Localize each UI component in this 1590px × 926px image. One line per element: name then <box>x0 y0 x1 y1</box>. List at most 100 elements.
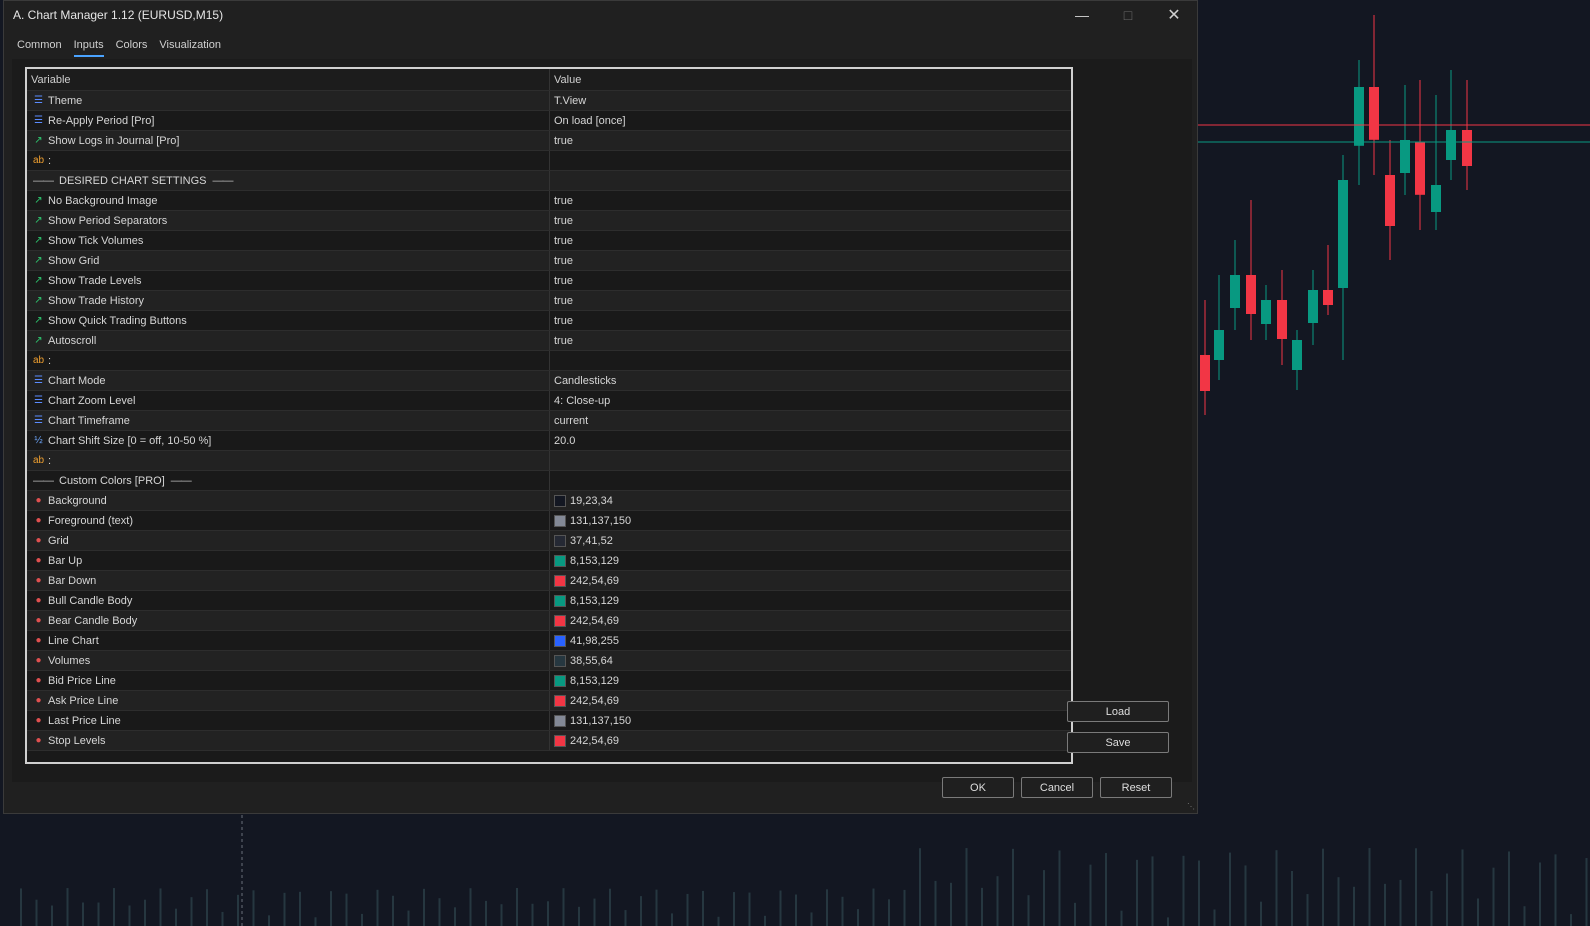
value-cell[interactable]: true <box>550 251 1071 270</box>
color-swatch[interactable] <box>554 714 566 727</box>
tab-inputs[interactable]: Inputs <box>73 39 104 57</box>
value-cell[interactable]: 8,153,129 <box>550 591 1071 610</box>
color-swatch[interactable] <box>554 634 566 647</box>
table-row[interactable]: ☰ Theme T.View <box>27 91 1071 111</box>
color-swatch[interactable] <box>554 494 566 507</box>
table-row[interactable]: ab: <box>27 451 1071 471</box>
value-cell[interactable]: 38,55,64 <box>550 651 1071 670</box>
ok-button[interactable]: OK <box>942 777 1014 798</box>
table-row[interactable]: ☰ Chart Timeframe current <box>27 411 1071 431</box>
value-cell[interactable]: On load [once] <box>550 111 1071 130</box>
table-row[interactable]: ↗ Show Period Separators true <box>27 211 1071 231</box>
table-row[interactable]: ● Grid 37,41,52 <box>27 531 1071 551</box>
color-swatch[interactable] <box>554 514 566 527</box>
table-row[interactable]: ● Stop Levels 242,54,69 <box>27 731 1071 751</box>
tab-colors[interactable]: Colors <box>116 39 148 57</box>
close-icon[interactable]: ✕ <box>1151 1 1197 29</box>
value-cell[interactable]: Candlesticks <box>550 371 1071 390</box>
header-value[interactable]: Value <box>550 69 1071 90</box>
value-cell[interactable]: 131,137,150 <box>550 511 1071 530</box>
table-row[interactable]: ● Background 19,23,34 <box>27 491 1071 511</box>
table-row[interactable]: —— DESIRED CHART SETTINGS —— <box>27 171 1071 191</box>
table-row[interactable]: ● Last Price Line 131,137,150 <box>27 711 1071 731</box>
table-row[interactable]: ● Bar Down 242,54,69 <box>27 571 1071 591</box>
tab-common[interactable]: Common <box>17 39 62 57</box>
value-cell[interactable]: 242,54,69 <box>550 571 1071 590</box>
value-cell[interactable] <box>550 171 1071 190</box>
tab-visualization[interactable]: Visualization <box>159 39 221 57</box>
bool-icon: ↗ <box>34 235 43 246</box>
volume-bar <box>1012 848 1014 926</box>
variable-value: true <box>554 194 573 207</box>
table-row[interactable]: ☰ Chart Zoom Level 4: Close-up <box>27 391 1071 411</box>
table-row[interactable]: ☰ Chart Mode Candlesticks <box>27 371 1071 391</box>
table-row[interactable]: —— Custom Colors [PRO] —— <box>27 471 1071 491</box>
table-row[interactable]: ↗ Show Tick Volumes true <box>27 231 1071 251</box>
table-row[interactable]: ● Foreground (text) 131,137,150 <box>27 511 1071 531</box>
table-row[interactable]: ● Bar Up 8,153,129 <box>27 551 1071 571</box>
value-cell[interactable]: true <box>550 331 1071 350</box>
value-cell[interactable]: 242,54,69 <box>550 691 1071 710</box>
value-cell[interactable]: 131,137,150 <box>550 711 1071 730</box>
value-cell[interactable]: 20.0 <box>550 431 1071 450</box>
volume-bar <box>376 889 379 926</box>
variable-value: true <box>554 134 573 147</box>
value-cell[interactable]: 41,98,255 <box>550 631 1071 650</box>
table-row[interactable]: ↗ Show Grid true <box>27 251 1071 271</box>
value-cell[interactable]: 242,54,69 <box>550 731 1071 750</box>
color-swatch[interactable] <box>554 734 566 747</box>
color-swatch[interactable] <box>554 654 566 667</box>
table-row[interactable]: ● Bid Price Line 8,153,129 <box>27 671 1071 691</box>
table-row[interactable]: ● Ask Price Line 242,54,69 <box>27 691 1071 711</box>
value-cell[interactable]: true <box>550 271 1071 290</box>
color-swatch[interactable] <box>554 674 566 687</box>
value-cell[interactable]: true <box>550 191 1071 210</box>
value-cell[interactable]: 8,153,129 <box>550 551 1071 570</box>
variable-cell: ↗ Show Period Separators <box>27 211 550 230</box>
table-row[interactable]: ↗ Show Trade Levels true <box>27 271 1071 291</box>
value-cell[interactable] <box>550 351 1071 370</box>
color-swatch[interactable] <box>554 594 566 607</box>
cancel-button[interactable]: Cancel <box>1021 777 1093 798</box>
table-row[interactable]: ↗ Show Logs in Journal [Pro] true <box>27 131 1071 151</box>
table-row[interactable]: ab: <box>27 351 1071 371</box>
save-button[interactable]: Save <box>1067 732 1169 753</box>
value-cell[interactable]: 4: Close-up <box>550 391 1071 410</box>
table-row[interactable]: ☰ Re-Apply Period [Pro] On load [once] <box>27 111 1071 131</box>
table-row[interactable]: ½ Chart Shift Size [0 = off, 10-50 %] 20.0 <box>27 431 1071 451</box>
table-row[interactable]: ↗ Show Trade History true <box>27 291 1071 311</box>
value-cell[interactable]: 19,23,34 <box>550 491 1071 510</box>
value-cell[interactable]: true <box>550 231 1071 250</box>
color-swatch[interactable] <box>554 614 566 627</box>
table-row[interactable]: ● Volumes 38,55,64 <box>27 651 1071 671</box>
reset-button[interactable]: Reset <box>1100 777 1172 798</box>
value-cell[interactable] <box>550 451 1071 470</box>
table-row[interactable]: ↗ Autoscroll true <box>27 331 1071 351</box>
value-cell[interactable]: true <box>550 211 1071 230</box>
table-row[interactable]: ● Line Chart 41,98,255 <box>27 631 1071 651</box>
table-row[interactable]: ↗ Show Quick Trading Buttons true <box>27 311 1071 331</box>
color-swatch[interactable] <box>554 694 566 707</box>
header-variable[interactable]: Variable <box>27 69 550 90</box>
value-cell[interactable]: T.View <box>550 91 1071 110</box>
resize-grip-icon[interactable]: ⋱ <box>1187 802 1195 811</box>
table-row[interactable]: ● Bull Candle Body 8,153,129 <box>27 591 1071 611</box>
load-button[interactable]: Load <box>1067 701 1169 722</box>
table-row[interactable]: ● Bear Candle Body 242,54,69 <box>27 611 1071 631</box>
value-cell[interactable]: 37,41,52 <box>550 531 1071 550</box>
value-cell[interactable]: 8,153,129 <box>550 671 1071 690</box>
table-row[interactable]: ab: <box>27 151 1071 171</box>
value-cell[interactable]: 242,54,69 <box>550 611 1071 630</box>
value-cell[interactable]: true <box>550 131 1071 150</box>
color-swatch[interactable] <box>554 554 566 567</box>
value-cell[interactable] <box>550 471 1071 490</box>
value-cell[interactable]: true <box>550 311 1071 330</box>
value-cell[interactable]: true <box>550 291 1071 310</box>
table-row[interactable]: ↗ No Background Image true <box>27 191 1071 211</box>
value-cell[interactable] <box>550 151 1071 170</box>
color-swatch[interactable] <box>554 534 566 547</box>
variable-name: : <box>48 354 52 367</box>
color-swatch[interactable] <box>554 574 566 587</box>
value-cell[interactable]: current <box>550 411 1071 430</box>
minimize-icon[interactable]: — <box>1059 1 1105 29</box>
